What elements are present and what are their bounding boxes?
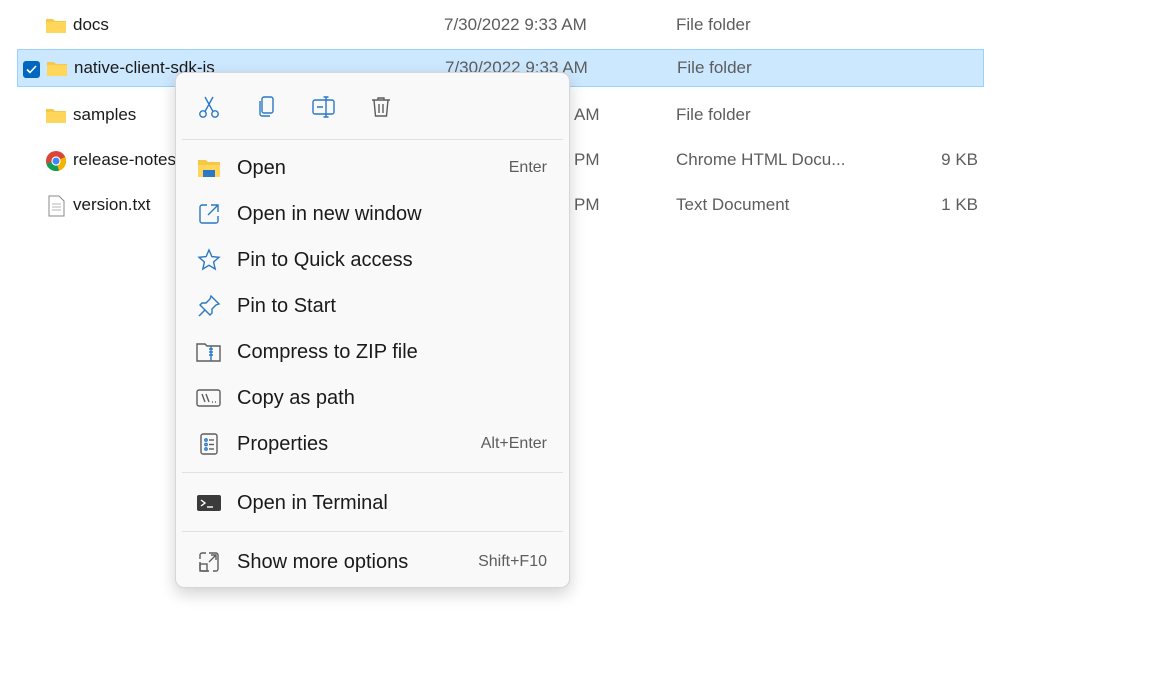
file-name: docs [73, 15, 109, 34]
menu-item-label: Pin to Quick access [237, 249, 413, 271]
more-options-icon [196, 550, 222, 574]
trash-icon[interactable] [367, 93, 395, 121]
menu-item-properties[interactable]: Properties Alt+Enter [176, 423, 569, 465]
divider [182, 472, 563, 473]
menu-item-compress-zip[interactable]: Compress to ZIP file [176, 331, 569, 373]
context-menu: Open Enter Open in new window Pin to Qui… [175, 72, 570, 588]
menu-item-label: Open in Terminal [237, 492, 388, 514]
chrome-icon [45, 150, 67, 172]
menu-item-label: Pin to Start [237, 295, 336, 317]
file-type: Text Document [676, 195, 790, 214]
checkbox-checked-icon[interactable] [23, 61, 40, 78]
menu-item-pin-quick-access[interactable]: Pin to Quick access [176, 239, 569, 281]
scissors-icon[interactable] [195, 93, 223, 121]
menu-item-show-more-options[interactable]: Show more options Shift+F10 [176, 541, 569, 583]
menu-item-label: Open [237, 157, 286, 179]
text-file-icon [45, 195, 67, 217]
file-row-docs[interactable]: docs 7/30/2022 9:33 AM File folder [17, 6, 984, 44]
file-name: release-notes [73, 150, 177, 169]
divider [182, 531, 563, 532]
file-type: File folder [676, 15, 751, 34]
file-date: PM [574, 195, 600, 214]
menu-item-open-new-window[interactable]: Open in new window [176, 193, 569, 235]
quick-actions-bar [176, 73, 569, 139]
terminal-icon [196, 491, 222, 515]
file-list: docs 7/30/2022 9:33 AM File folder nativ… [0, 0, 1159, 698]
folder-icon [46, 58, 68, 78]
folder-open-icon [196, 156, 222, 180]
menu-item-shortcut: Alt+Enter [480, 435, 547, 452]
menu-item-copy-as-path[interactable]: Copy as path [176, 377, 569, 419]
star-icon [196, 248, 222, 272]
menu-item-label: Open in new window [237, 203, 422, 225]
menu-item-open[interactable]: Open Enter [176, 147, 569, 189]
folder-icon [45, 15, 67, 35]
properties-icon [196, 432, 222, 456]
menu-item-open-terminal[interactable]: Open in Terminal [176, 482, 569, 524]
rename-icon[interactable] [310, 93, 338, 121]
file-name: version.txt [73, 195, 151, 214]
file-size: 1 KB [941, 195, 978, 214]
pin-icon [196, 294, 222, 318]
menu-item-label: Properties [237, 433, 329, 455]
menu-item-label: Copy as path [237, 387, 355, 409]
menu-item-shortcut: Shift+F10 [478, 553, 547, 570]
file-type: File folder [676, 105, 751, 124]
copy-path-icon [196, 386, 222, 410]
file-date: PM [574, 150, 600, 169]
zip-icon [196, 340, 222, 364]
menu-item-label: Show more options [237, 551, 409, 573]
copy-icon[interactable] [253, 93, 281, 121]
file-type: File folder [677, 58, 752, 77]
menu-item-pin-start[interactable]: Pin to Start [176, 285, 569, 327]
new-window-icon [196, 202, 222, 226]
menu-item-label: Compress to ZIP file [237, 341, 418, 363]
divider [182, 139, 563, 140]
folder-icon [45, 105, 67, 125]
file-date: AM [574, 105, 600, 124]
file-name: samples [73, 105, 137, 124]
file-type: Chrome HTML Docu... [676, 150, 846, 169]
file-size: 9 KB [941, 150, 978, 169]
file-date: 7/30/2022 9:33 AM [444, 15, 587, 34]
menu-item-shortcut: Enter [508, 159, 547, 176]
